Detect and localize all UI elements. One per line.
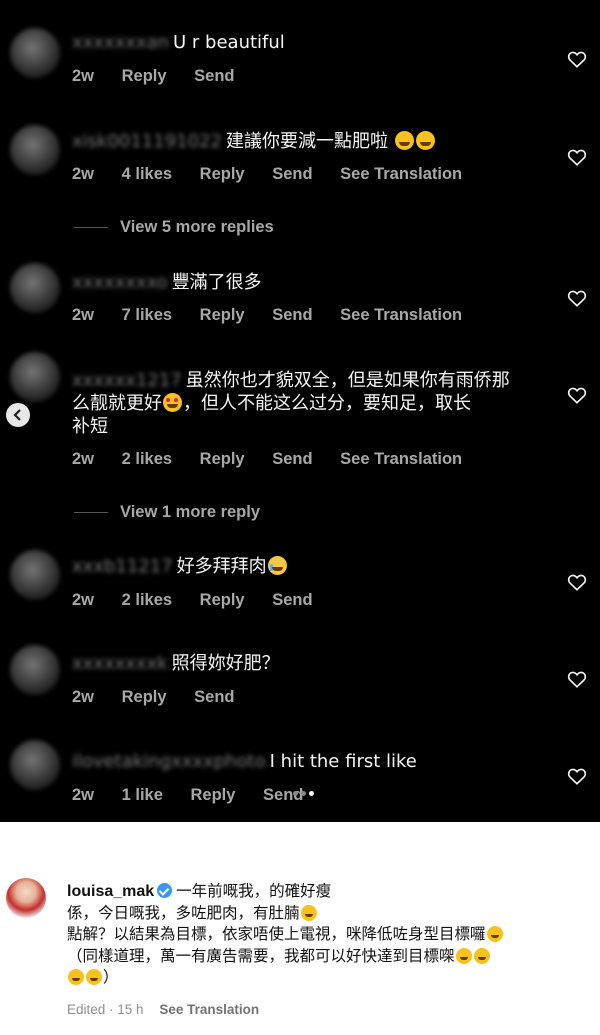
reply-button[interactable]: Reply (200, 306, 245, 324)
comment-time: 2w (72, 450, 95, 468)
heart-icon[interactable] (567, 148, 587, 166)
comment-text: 么靓就更好 (72, 393, 162, 414)
send-button[interactable]: Send (272, 591, 312, 609)
view-more-replies-button[interactable]: View 5 more replies (72, 218, 274, 237)
grinning-face-icon (415, 131, 435, 150)
comment-username[interactable]: xxxxxxxan (72, 31, 169, 54)
divider (74, 512, 108, 514)
heart-icon[interactable] (567, 386, 587, 404)
laughing-face-icon (455, 947, 472, 964)
comment-username[interactable]: xxxxxxxxo (72, 271, 168, 294)
see-translation-link[interactable]: See Translation (340, 165, 462, 183)
carousel-dots (293, 783, 317, 801)
reply-button[interactable]: Reply (200, 450, 245, 468)
chevron-left-icon (13, 409, 21, 421)
caption-text: louisa_mak 一年前嘅我，的確好瘦 係，今日嘅我，多咗肥肉，有肚腩 點解？… (67, 881, 577, 989)
comment-username[interactable]: xisk0011191022 (72, 130, 222, 153)
edited-timestamp: Edited · 15 h (67, 1002, 144, 1017)
comment-username[interactable]: xxxxxx1217 (72, 369, 182, 392)
heart-eyes-icon (163, 393, 182, 412)
halo-face-icon (486, 926, 503, 942)
comment-username[interactable]: xxxb11217 (72, 555, 173, 578)
comment-username[interactable]: xxxxxxxxk (72, 652, 168, 675)
caption-meta: Edited · 15 h See Translation (67, 1002, 271, 1017)
grinning-face-icon (394, 131, 414, 150)
laughing-face-icon (86, 969, 102, 985)
heart-icon[interactable] (567, 767, 587, 785)
see-translation-link[interactable]: See Translation (340, 306, 462, 324)
comments-panel: xxxxxxxan U r beautiful 2w Reply Send xis… (0, 0, 600, 822)
comment-text: 豐滿了很多 (171, 272, 262, 293)
heart-icon[interactable] (567, 289, 587, 307)
heart-icon[interactable] (567, 50, 587, 68)
avatar[interactable] (10, 352, 60, 402)
comment-text: 照得妳好肥？ (171, 653, 280, 674)
comment-text: I hit the first like (269, 751, 417, 772)
likes-count[interactable]: 2 likes (122, 450, 172, 468)
caption-username[interactable]: louisa_mak (67, 883, 154, 900)
caption-line: 點解？以結果為目標，依家唔使上電視，咪降低咗身型目標囉 (67, 925, 486, 943)
avatar[interactable] (10, 740, 60, 790)
crying-face-icon (267, 556, 287, 575)
likes-count[interactable]: 7 likes (122, 306, 172, 324)
send-button[interactable]: Send (272, 306, 312, 324)
likes-count[interactable]: 2 likes (122, 591, 172, 609)
comment-text: 建議你要減一點肥啦 (225, 131, 388, 152)
avatar[interactable] (10, 550, 60, 600)
smiling-face-icon (300, 904, 317, 921)
comment-time: 2w (72, 306, 95, 324)
previous-button[interactable] (6, 403, 30, 427)
comment-time: 2w (72, 165, 95, 183)
comment-text: U r beautiful (173, 32, 285, 53)
caption-line: 係，今日嘅我，多咗肥肉，有肚腩 (67, 903, 300, 922)
see-translation-link[interactable]: See Translation (340, 450, 462, 468)
post-caption: louisa_mak 一年前嘅我，的確好瘦 係，今日嘅我，多咗肥肉，有肚腩 點解？… (0, 822, 600, 1035)
avatar[interactable] (10, 125, 60, 175)
comment-time: 2w (72, 786, 95, 804)
caption-line: 一年前嘅我，的確好瘦 (176, 882, 332, 900)
comment-username[interactable]: ilovetakingxxxxphoto (72, 750, 266, 773)
reply-button[interactable]: Reply (191, 786, 236, 804)
see-translation-link[interactable]: See Translation (159, 1002, 259, 1017)
reply-button[interactable]: Reply (200, 165, 245, 183)
laughing-face-icon (68, 969, 84, 985)
caption-line: （同樣道理，萬一有廣告需要，我都可以好快達到目標㗎 (67, 946, 455, 965)
avatar[interactable] (10, 28, 60, 78)
send-button[interactable]: Send (194, 688, 234, 706)
comment-text: 补短 (72, 416, 108, 437)
send-button[interactable]: Send (194, 67, 234, 85)
divider (74, 227, 108, 229)
avatar[interactable] (6, 878, 46, 918)
comment-time: 2w (72, 67, 95, 85)
likes-count[interactable]: 1 like (122, 786, 163, 804)
comment-time: 2w (72, 591, 95, 609)
reply-button[interactable]: Reply (122, 67, 167, 85)
comment-text: 虽然你也才貌双全，但是如果你有雨侨那 (185, 370, 510, 391)
verified-badge-icon (157, 883, 173, 898)
send-button[interactable]: Send (272, 165, 312, 183)
caption-line: ） (103, 968, 119, 986)
comment-text: 好多拜拜肉 (176, 556, 267, 577)
view-more-replies-button[interactable]: View 1 more reply (72, 503, 260, 522)
comment-text: ，但人不能这么过分，要知足，取长 (183, 393, 471, 414)
view-more-label: View 1 more reply (120, 503, 261, 521)
send-button[interactable]: Send (272, 450, 312, 468)
reply-button[interactable]: Reply (200, 591, 245, 609)
likes-count[interactable]: 4 likes (122, 165, 172, 183)
reply-button[interactable]: Reply (122, 688, 167, 706)
laughing-face-icon (473, 947, 490, 964)
heart-icon[interactable] (567, 670, 587, 688)
avatar[interactable] (10, 645, 60, 695)
view-more-label: View 5 more replies (120, 218, 274, 236)
avatar[interactable] (10, 263, 60, 313)
comment-time: 2w (72, 688, 95, 706)
heart-icon[interactable] (567, 573, 587, 591)
